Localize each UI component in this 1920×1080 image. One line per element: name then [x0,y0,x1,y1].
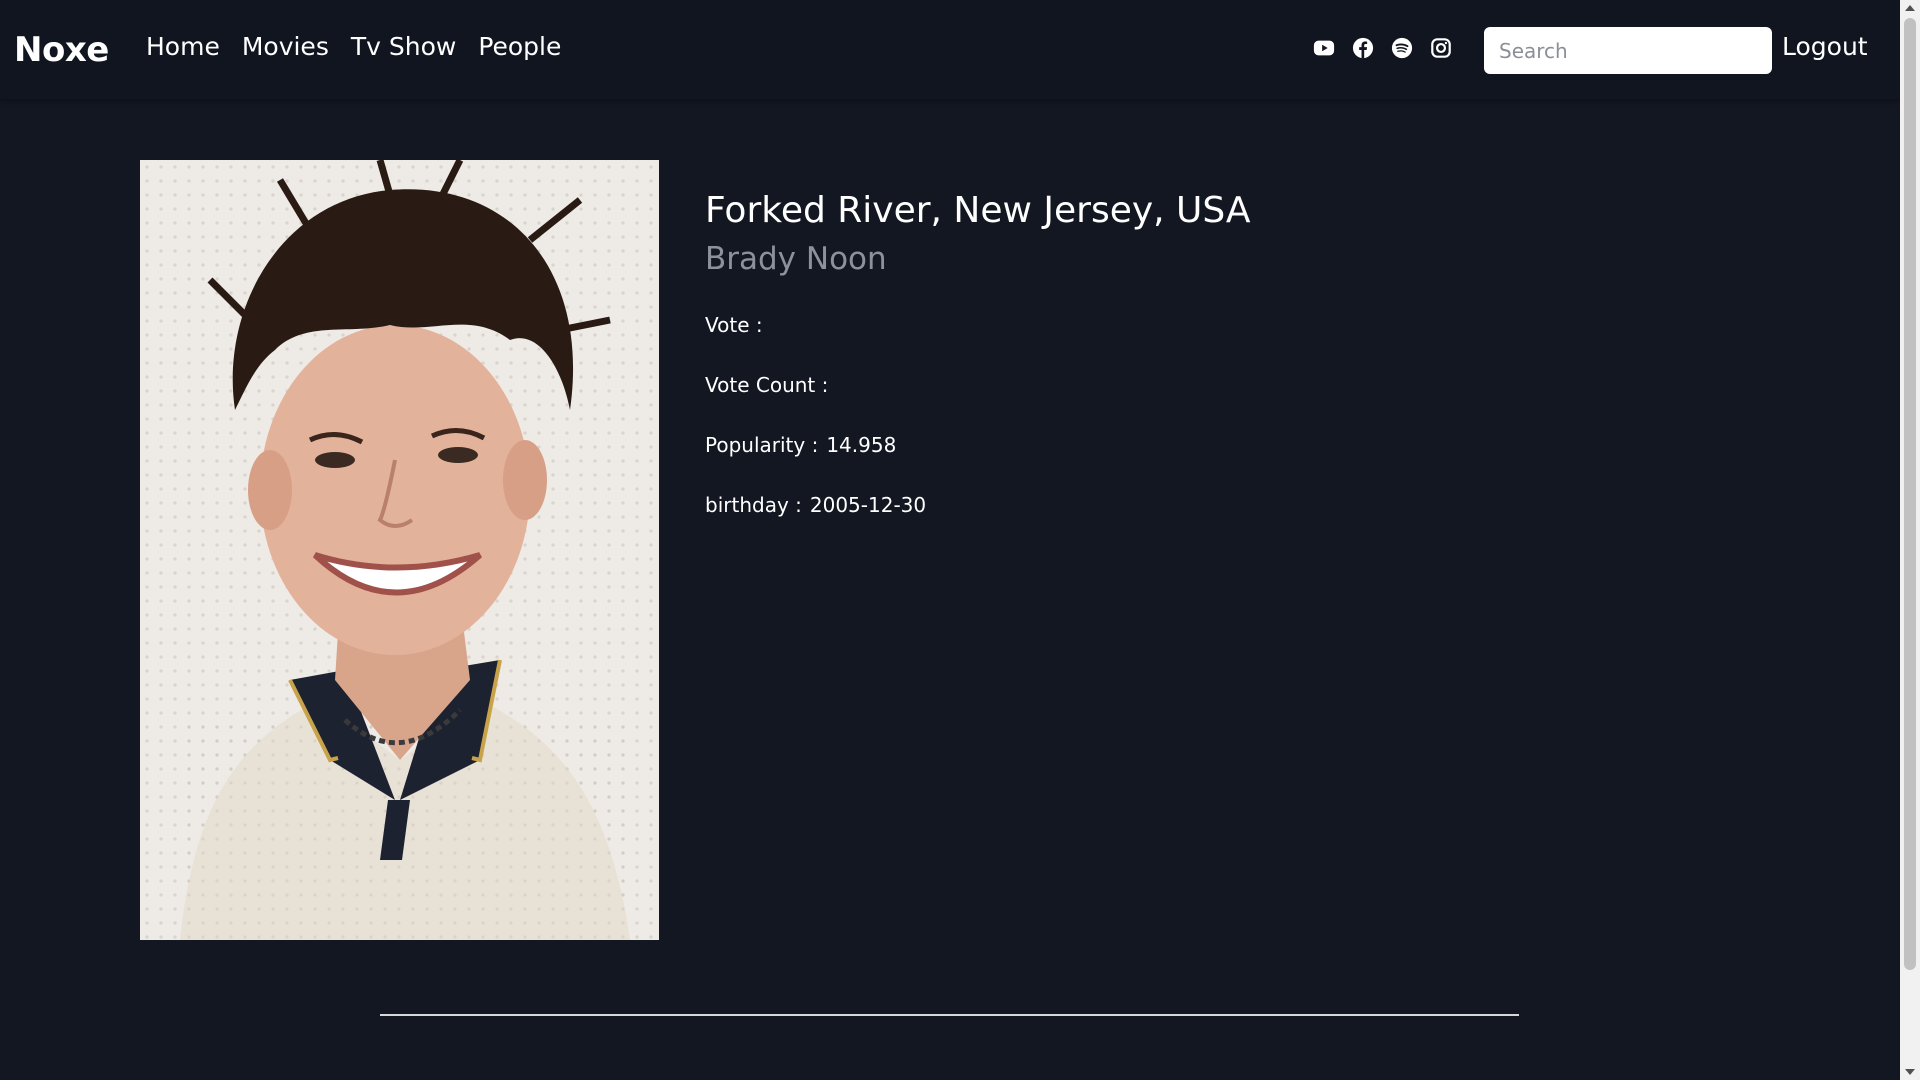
nav-link-tv-show[interactable]: Tv Show [351,32,456,61]
person-photo [140,160,659,940]
brand-logo[interactable]: Noxe [14,30,109,70]
person-name: Brady Noon [705,241,887,277]
logout-button[interactable]: Logout [1782,32,1868,61]
scroll-up-icon[interactable] [1905,5,1915,11]
birthday-row: birthday : 2005-12-30 [705,491,1605,519]
scroll-down-icon[interactable] [1905,1069,1915,1075]
spotify-icon[interactable] [1391,37,1413,59]
popularity-value: 14.958 [826,433,897,457]
scrollbar-thumb[interactable] [1904,18,1916,970]
youtube-icon[interactable] [1313,37,1335,59]
popularity-row: Popularity : 14.958 [705,431,1605,459]
facebook-icon[interactable] [1352,37,1374,59]
search-input[interactable] [1484,27,1772,74]
popularity-label: Popularity : [705,433,819,457]
birthday-label: birthday : [705,493,802,517]
vote-row: Vote : [705,311,1605,339]
nav-link-people[interactable]: People [478,32,561,61]
section-divider [380,1014,1519,1016]
social-links [1313,37,1452,59]
person-photo-image [140,160,659,940]
top-navbar: Noxe Home Movies Tv Show People Logout [0,0,1900,99]
birthday-value: 2005-12-30 [809,493,927,517]
person-details: Forked River, New Jersey, USA Brady Noon… [705,185,1605,519]
nav-link-movies[interactable]: Movies [242,32,329,61]
place-of-birth: Forked River, New Jersey, USA [705,190,1251,231]
vote-label: Vote : [705,313,763,337]
vote-count-row: Vote Count : [705,371,1605,399]
nav-links: Home Movies Tv Show People [146,32,561,61]
page-scrollbar[interactable] [1900,0,1920,1080]
instagram-icon[interactable] [1430,37,1452,59]
vote-count-label: Vote Count : [705,373,829,397]
nav-link-home[interactable]: Home [146,32,220,61]
